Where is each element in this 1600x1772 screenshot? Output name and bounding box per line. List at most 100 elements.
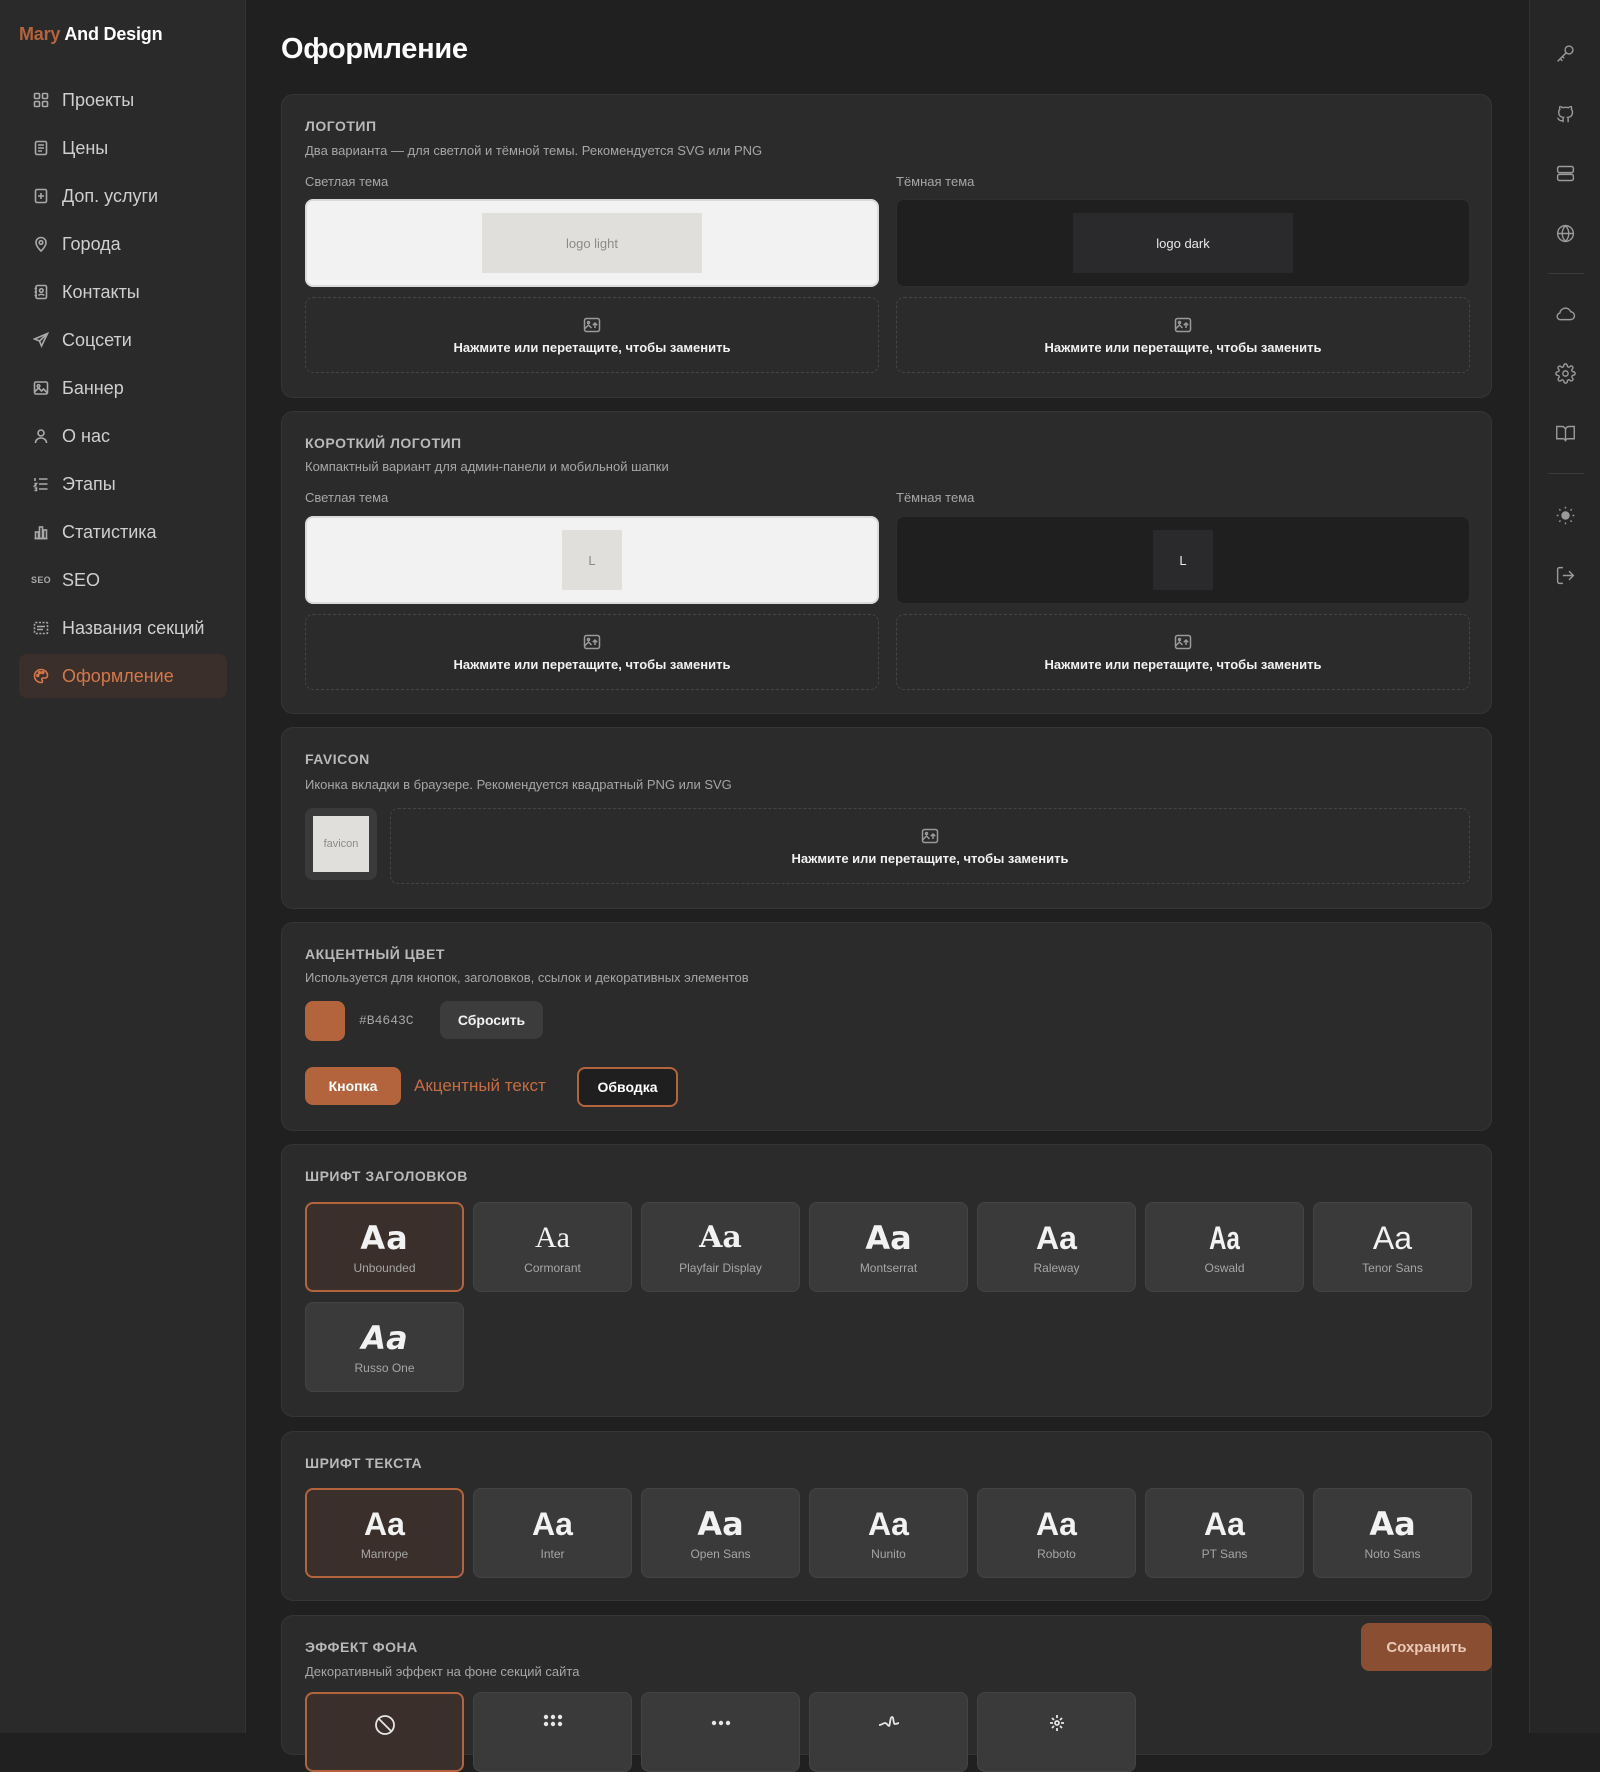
font-name: PT Sans	[1201, 1547, 1248, 1561]
seo-icon-text: SEO	[31, 575, 51, 585]
font-option-inter[interactable]: Aa Inter	[473, 1488, 632, 1578]
sidebar-item-label: Доп. услуги	[62, 185, 159, 206]
bar-chart-icon	[33, 524, 49, 540]
font-option-raleway[interactable]: Aa Raleway	[977, 1202, 1136, 1292]
sidebar-item-about[interactable]: О нас	[19, 414, 227, 458]
sidebar-item-label: Оформление	[62, 665, 174, 686]
logo-dark-preview: logo dark	[896, 199, 1470, 287]
font-name: Montserrat	[859, 1261, 918, 1275]
font-name: Inter	[540, 1547, 565, 1561]
effect-option-sparkle[interactable]	[977, 1692, 1136, 1772]
short-logo-dark-preview: L	[896, 516, 1470, 604]
font-option-roboto[interactable]: Aa Roboto	[977, 1488, 1136, 1578]
favicon-preview: favicon	[305, 808, 377, 880]
font-name: Unbounded	[353, 1261, 416, 1275]
no-effect-icon	[374, 1715, 395, 1735]
font-option-noto-sans[interactable]: Aa Noto Sans	[1313, 1488, 1472, 1578]
logo-dark-upload[interactable]: Нажмите или перетащите, чтобы заменить	[896, 297, 1470, 373]
font-sample: Aa	[868, 1506, 909, 1542]
book-icon[interactable]	[1552, 420, 1578, 446]
font-option-russo-one[interactable]: Aa Russo One	[305, 1302, 464, 1392]
sidebar-item-label: Названия секций	[62, 617, 205, 638]
sidebar-item-projects[interactable]: Проекты	[19, 78, 227, 122]
sidebar-item-appearance[interactable]: Оформление	[19, 654, 227, 698]
github-icon[interactable]	[1552, 100, 1578, 126]
light-theme-label: Светлая тема	[305, 174, 389, 189]
receipt-plus-icon	[33, 188, 49, 204]
globe-icon[interactable]	[1552, 220, 1578, 246]
sun-icon[interactable]	[1552, 502, 1578, 528]
settings-icon[interactable]	[1552, 360, 1578, 386]
section-title: Favicon	[305, 751, 370, 767]
image-upload-icon	[583, 317, 601, 332]
dark-theme-label: Тёмная тема	[896, 174, 975, 189]
logo-dark-placeholder: logo dark	[1073, 213, 1293, 273]
accent-sample-button[interactable]: Кнопка	[305, 1067, 401, 1105]
font-option-pt-sans[interactable]: Aa PT Sans	[1145, 1488, 1304, 1578]
outline-sample-button[interactable]: Обводка	[577, 1067, 678, 1107]
font-name: Open Sans	[690, 1547, 751, 1561]
reset-button[interactable]: Сбросить	[440, 1001, 543, 1039]
palette-icon	[33, 668, 49, 684]
seo-icon: SEO	[31, 572, 51, 588]
font-option-tenor-sans[interactable]: Aa Tenor Sans	[1313, 1202, 1472, 1292]
font-sample: Aa	[1204, 1506, 1245, 1542]
font-sample: Aa	[1036, 1220, 1077, 1256]
sidebar-item-label: Города	[62, 233, 121, 254]
font-option-open-sans[interactable]: Aa Open Sans	[641, 1488, 800, 1578]
effect-option-none[interactable]	[305, 1692, 464, 1772]
sidebar-item-stages[interactable]: Этапы	[19, 462, 227, 506]
sidebar-item-seo[interactable]: SEO SEO	[19, 558, 227, 602]
dots-line-icon	[711, 1720, 730, 1726]
logo-light-upload[interactable]: Нажмите или перетащите, чтобы заменить	[305, 297, 879, 373]
font-option-nunito[interactable]: Aa Nunito	[809, 1488, 968, 1578]
save-button[interactable]: Сохранить	[1361, 1623, 1492, 1671]
key-icon[interactable]	[1552, 40, 1578, 66]
sidebar-item-section-names[interactable]: Названия секций	[19, 606, 227, 650]
section-title: Акцентный цвет	[305, 946, 445, 962]
sidebar-item-statistics[interactable]: Статистика	[19, 510, 227, 554]
font-option-oswald[interactable]: Aa Oswald	[1145, 1202, 1304, 1292]
receipt-icon	[33, 140, 49, 156]
rail-divider	[1548, 273, 1584, 274]
short-logo-light-upload[interactable]: Нажмите или перетащите, чтобы заменить	[305, 614, 879, 690]
cloud-icon[interactable]	[1552, 300, 1578, 326]
font-option-manrope[interactable]: Aa Manrope	[305, 1488, 464, 1578]
favicon-upload[interactable]: Нажмите или перетащите, чтобы заменить	[390, 808, 1470, 884]
brand-logo[interactable]: Mary And Design	[19, 24, 163, 45]
short-logo-dark-upload[interactable]: Нажмите или перетащите, чтобы заменить	[896, 614, 1470, 690]
sections-icon	[33, 620, 49, 636]
font-option-playfair-display[interactable]: Aa Playfair Display	[641, 1202, 800, 1292]
font-option-cormorant[interactable]: Aa Cormorant	[473, 1202, 632, 1292]
effect-option-wave[interactable]	[809, 1692, 968, 1772]
contact-book-icon	[33, 284, 49, 300]
font-sample: Aa	[1036, 1506, 1077, 1542]
image-upload-icon	[921, 828, 939, 843]
font-option-montserrat[interactable]: Aa Montserrat	[809, 1202, 968, 1292]
light-theme-label: Светлая тема	[305, 490, 389, 505]
server-icon[interactable]	[1552, 160, 1578, 186]
sidebar-item-socials[interactable]: Соцсети	[19, 318, 227, 362]
font-sample: Aa	[1209, 1220, 1240, 1256]
short-logo-light-placeholder: L	[562, 530, 622, 590]
dots-grid-icon	[543, 1714, 562, 1727]
sidebar-item-label: SEO	[62, 569, 101, 590]
sidebar-item-extra-services[interactable]: Доп. услуги	[19, 174, 227, 218]
map-pin-icon	[33, 236, 49, 252]
logout-icon[interactable]	[1552, 562, 1578, 588]
font-option-unbounded[interactable]: Aa Unbounded	[305, 1202, 464, 1292]
accent-hex-value: #B4643C	[359, 1013, 414, 1028]
text-font-grid: Aa Manrope Aa Inter Aa Open Sans Aa Nuni…	[305, 1488, 1472, 1578]
accent-sample-text: Акцентный текст	[414, 1076, 546, 1095]
upload-text: Нажмите или перетащите, чтобы заменить	[791, 850, 1069, 866]
sidebar-item-prices[interactable]: Цены	[19, 126, 227, 170]
brand-part-1: Mary	[19, 24, 61, 44]
effect-option-dots-line[interactable]	[641, 1692, 800, 1772]
effect-option-dots-grid[interactable]	[473, 1692, 632, 1772]
font-sample: Aa	[1369, 1505, 1416, 1543]
accent-color-swatch[interactable]	[305, 1001, 345, 1041]
sidebar-item-contacts[interactable]: Контакты	[19, 270, 227, 314]
sidebar-item-cities[interactable]: Города	[19, 222, 227, 266]
sidebar-item-banner[interactable]: Баннер	[19, 366, 227, 410]
font-sample: Aa	[697, 1505, 744, 1543]
